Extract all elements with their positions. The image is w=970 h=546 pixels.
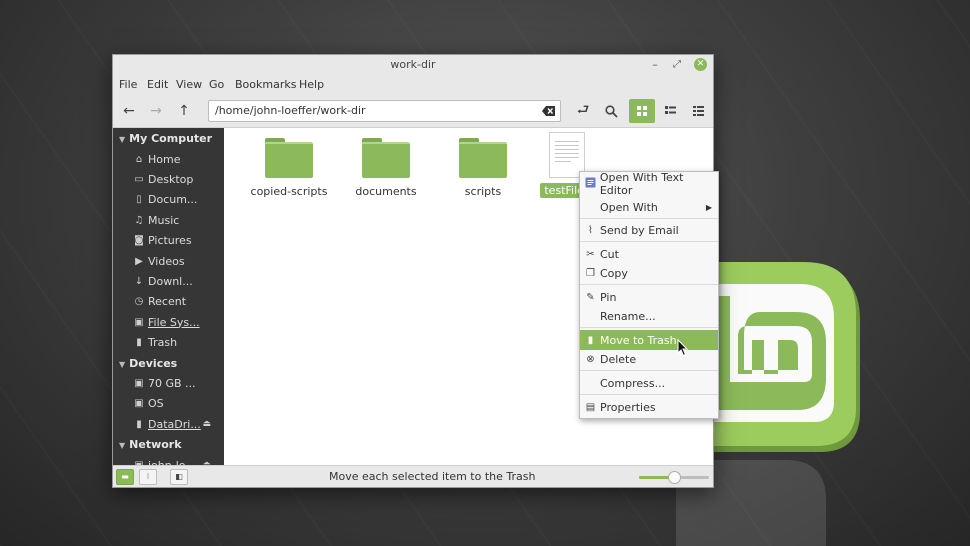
clear-path-icon[interactable]	[542, 104, 556, 118]
menu-bookmarks[interactable]: Bookmarks	[235, 78, 296, 91]
copy-icon: ❐	[584, 268, 597, 279]
sidebar-item-downloads[interactable]: ↓Downl...	[133, 272, 223, 290]
folder-item[interactable]: copied-scripts	[239, 138, 339, 198]
search-icon[interactable]	[600, 100, 622, 122]
folder-icon	[265, 138, 313, 178]
menu-copy[interactable]: ❐ Copy	[580, 263, 718, 283]
document-icon: ▯	[133, 194, 145, 205]
menu-properties[interactable]: ▤ Properties	[580, 397, 718, 417]
menu-file[interactable]: File	[119, 78, 137, 91]
submenu-arrow-icon: ▶	[706, 203, 712, 212]
toggle-location-icon[interactable]: ⮐	[572, 100, 594, 122]
zoom-slider-knob[interactable]	[668, 471, 681, 484]
linux-mint-logo	[700, 262, 865, 462]
sidebar-item-documents[interactable]: ▯Docum...	[133, 190, 223, 208]
zoom-slider[interactable]	[639, 476, 709, 479]
menu-view[interactable]: View	[176, 78, 202, 91]
menu-delete[interactable]: ⊗ Delete	[580, 349, 718, 369]
file-name: copied-scripts	[239, 185, 339, 198]
folder-item[interactable]: documents	[336, 138, 436, 198]
close-icon[interactable]: ✕	[694, 58, 707, 71]
usb-drive-icon: ▮	[133, 419, 145, 430]
music-icon: ♫	[133, 215, 145, 226]
eject-icon[interactable]: ⏏	[202, 419, 211, 429]
places-toggle-icon[interactable]: ▬	[116, 469, 134, 485]
sidebar-item-pictures[interactable]: ◙Pictures	[133, 231, 223, 249]
sidebar-header-my-computer[interactable]: ▼My Computer	[119, 132, 212, 145]
folder-icon	[459, 138, 507, 178]
delete-icon: ⊗	[584, 354, 597, 365]
sidebar-header-devices[interactable]: ▼Devices	[119, 357, 177, 370]
file-name: documents	[336, 185, 436, 198]
sidebar-item-recent[interactable]: ◷Recent	[133, 292, 223, 310]
folder-icon	[362, 138, 410, 178]
sidebar-item-music[interactable]: ♫Music	[133, 211, 223, 229]
video-icon: ▶	[133, 256, 145, 267]
menu-open-with-text-editor[interactable]: Open With Text Editor	[580, 174, 718, 194]
paperclip-icon: ⌇	[584, 225, 597, 236]
list-view-icon[interactable]	[659, 100, 681, 122]
title-bar[interactable]: work-dir – ⤢ ✕	[113, 55, 713, 75]
sidebar-item-70gb[interactable]: ▣70 GB ...	[133, 374, 223, 392]
scissors-icon: ✂	[584, 249, 597, 260]
sidebar-item-trash[interactable]: ▮Trash	[133, 333, 223, 351]
sidebar-item-desktop[interactable]: ▭Desktop	[133, 170, 223, 188]
location-bar[interactable]: /home/john-loeffer/work-dir	[208, 100, 561, 122]
menu-pin[interactable]: ✎ Pin	[580, 287, 718, 307]
properties-icon: ▤	[584, 402, 597, 413]
icon-view-icon[interactable]	[629, 99, 655, 123]
sidebar-item-datadrive[interactable]: ▮DataDri...⏏	[133, 415, 223, 433]
drive-icon: ▣	[133, 378, 145, 389]
maximize-icon[interactable]: ⤢	[669, 57, 685, 73]
drive-icon: ▣	[133, 398, 145, 409]
menu-move-to-trash[interactable]: ▮ Move to Trash	[580, 330, 718, 350]
clock-icon: ◷	[133, 296, 145, 307]
up-arrow-icon[interactable]: ↑	[173, 100, 195, 122]
back-arrow-icon[interactable]: ←	[118, 100, 140, 122]
tree-toggle-icon[interactable]: ⁝	[139, 469, 157, 485]
pin-icon: ✎	[584, 292, 597, 303]
context-menu: Open With Text Editor Open With ▶ ⌇ Send…	[579, 171, 719, 419]
download-icon: ↓	[133, 276, 145, 287]
trash-icon: ▮	[133, 337, 145, 348]
desktop-icon: ▭	[133, 174, 145, 185]
location-path: /home/john-loeffer/work-dir	[215, 104, 366, 117]
home-icon: ⌂	[133, 154, 145, 165]
menu-send-by-email[interactable]: ⌇ Send by Email	[580, 220, 718, 240]
drive-icon: ▣	[133, 317, 145, 328]
status-bar: ▬ ⁝ ◧ Move each selected item to the Tra…	[113, 465, 713, 487]
file-name: scripts	[433, 185, 533, 198]
hide-sidebar-icon[interactable]: ◧	[170, 469, 188, 485]
camera-icon: ◙	[133, 235, 145, 246]
trash-icon: ▮	[584, 335, 597, 346]
menu-compress[interactable]: Compress...	[580, 373, 718, 393]
minimize-icon[interactable]: –	[647, 57, 663, 73]
sidebar: ▼My Computer ⌂Home ▭Desktop ▯Docum... ♫M…	[113, 128, 224, 467]
mouse-cursor-icon	[677, 339, 689, 357]
text-editor-icon	[584, 177, 597, 191]
sidebar-item-file-system[interactable]: ▣File Sys...	[133, 313, 223, 331]
toolbar: ← → ↑ /home/john-loeffer/work-dir ⮐	[113, 95, 713, 128]
menu-open-with[interactable]: Open With ▶	[580, 197, 718, 217]
sidebar-item-home[interactable]: ⌂Home	[133, 150, 223, 168]
folder-item[interactable]: scripts	[433, 138, 533, 198]
menu-cut[interactable]: ✂ Cut	[580, 244, 718, 264]
menu-go[interactable]: Go	[209, 78, 224, 91]
menu-rename[interactable]: Rename...	[580, 306, 718, 326]
forward-arrow-icon[interactable]: →	[145, 100, 167, 122]
menu-help[interactable]: Help	[299, 78, 324, 91]
sidebar-item-videos[interactable]: ▶Videos	[133, 252, 223, 270]
sidebar-item-os[interactable]: ▣OS	[133, 394, 223, 412]
compact-view-icon[interactable]	[687, 100, 709, 122]
window-title: work-dir	[390, 58, 435, 71]
menu-edit[interactable]: Edit	[147, 78, 168, 91]
status-text: Move each selected item to the Trash	[329, 470, 535, 483]
menu-bar: File Edit View Go Bookmarks Help	[113, 75, 713, 95]
sidebar-header-network[interactable]: ▼Network	[119, 438, 182, 451]
